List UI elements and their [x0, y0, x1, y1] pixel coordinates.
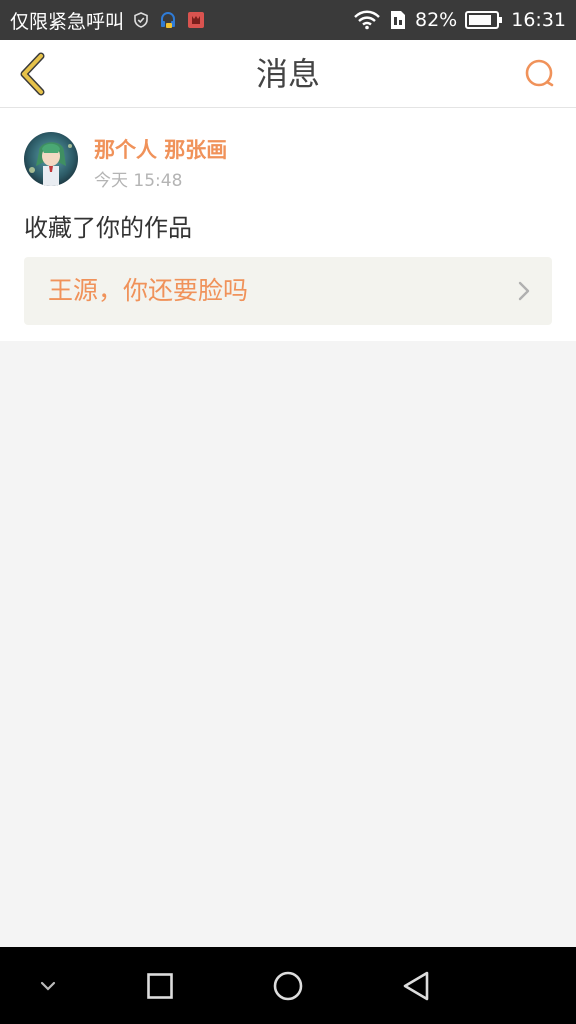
triangle-back-icon [403, 971, 429, 1001]
app-notification-icon [186, 10, 206, 30]
search-icon [525, 59, 554, 87]
sim-card-icon [389, 9, 407, 31]
message-text: 收藏了你的作品 [24, 214, 192, 242]
circle-home-icon [273, 971, 303, 1001]
app-header: 消息 [0, 40, 576, 108]
work-title: 王源，你还要脸吗 [48, 276, 249, 305]
status-right: 82% 16:31 [353, 9, 566, 31]
chevron-left-icon [20, 52, 45, 96]
message-card: 那个人 那张画 今天 15:48 收藏了你的作品 王源，你还要脸吗 [0, 108, 576, 341]
wifi-icon [353, 10, 381, 30]
work-link[interactable]: 王源，你还要脸吗 [24, 257, 552, 325]
back-button[interactable] [12, 50, 52, 98]
back-nav-button[interactable] [394, 964, 438, 1008]
battery-percent: 82% [415, 9, 458, 31]
carrier-text: 仅限紧急呼叫 [10, 10, 125, 33]
recent-apps-button[interactable] [138, 964, 182, 1008]
avatar[interactable] [24, 132, 78, 186]
status-bar: 仅限紧急呼叫 82% 16:31 [0, 0, 576, 40]
battery-icon [465, 10, 503, 30]
chevron-right-icon [518, 281, 530, 301]
home-button[interactable] [266, 964, 310, 1008]
search-button[interactable] [520, 54, 560, 94]
square-recent-apps-icon [147, 973, 173, 999]
clock: 16:31 [511, 9, 566, 31]
message-timestamp: 今天 15:48 [94, 171, 183, 191]
navigation-bar [0, 947, 576, 1024]
chevron-down-icon [40, 981, 56, 991]
headset-icon [158, 10, 178, 30]
page-title: 消息 [255, 55, 320, 93]
vpn-shield-icon [132, 11, 150, 29]
sender-name[interactable]: 那个人 那张画 [94, 134, 227, 164]
hide-nav-button[interactable] [26, 964, 70, 1008]
status-left: 仅限紧急呼叫 [10, 7, 206, 34]
